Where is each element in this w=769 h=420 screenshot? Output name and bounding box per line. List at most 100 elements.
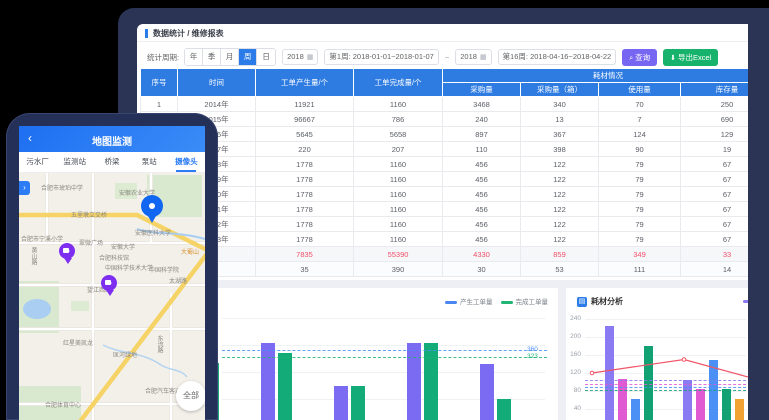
bar-created[interactable] xyxy=(334,386,348,420)
filter-label: 统计周期: xyxy=(147,52,179,63)
map-poi-label: 匡河绿地 xyxy=(113,350,137,359)
query-button[interactable]: ⌕查询 xyxy=(622,49,657,66)
table-cell: 110 xyxy=(443,142,521,157)
table-cell: 79 xyxy=(599,232,681,247)
table-cell: 122 xyxy=(521,157,599,172)
table-cell: 2014年 xyxy=(178,97,256,112)
table-cell: 207 xyxy=(354,142,443,157)
table-cell: 11921 xyxy=(256,97,354,112)
chevron-right-icon: › xyxy=(23,183,26,192)
range-separator: ~ xyxy=(445,53,449,62)
table-cell: 367 xyxy=(521,127,599,142)
export-excel-button[interactable]: ⬇导出Excel xyxy=(663,49,718,66)
period-quarter[interactable]: 季 xyxy=(203,49,221,65)
dashboard-panel: 数据统计 / 维修报表 统计周期: 年 季 月 周 日 2018▦ 第1周: 2… xyxy=(137,24,748,420)
phone-frame: ‹ 地图监测 污水厂 监测站 桥梁 泵站 摄像头 xyxy=(6,113,218,420)
table-cell: 14 xyxy=(681,262,749,277)
legend-item-created[interactable]: 产生工单量 xyxy=(445,296,493,306)
table-cell: 1160 xyxy=(354,172,443,187)
table-cell: 7 xyxy=(599,112,681,127)
app-title: 地图监测 xyxy=(19,133,205,148)
tab-sewage-plant[interactable]: 污水厂 xyxy=(19,152,56,172)
table-cell: 390 xyxy=(354,262,443,277)
map-poi-label: 合肥市宁溪小学 xyxy=(21,234,63,243)
charts-band: 产生工单量 完成工单量 360323 ▤ 耗材分析 24020016012080… xyxy=(137,280,748,420)
map-poi-label: 太湖路 xyxy=(169,276,187,285)
app-tab-bar: 污水厂 监测站 桥梁 泵站 摄像头 xyxy=(19,152,205,173)
trend-line xyxy=(566,288,748,420)
table-cell: 70 xyxy=(599,97,681,112)
start-year-select[interactable]: 2018▦ xyxy=(282,49,318,65)
bar-completed[interactable] xyxy=(278,353,292,420)
reference-line xyxy=(222,357,547,358)
bar-created[interactable] xyxy=(480,364,494,420)
start-week-select[interactable]: 第1周: 2018-01-01~2018-01-07 xyxy=(324,49,438,65)
period-year[interactable]: 年 xyxy=(185,49,203,65)
table-cell: 67 xyxy=(681,172,749,187)
map-view[interactable]: 合肥市琥珀中学安徽农业大学五里墩立交桥安徽医科大学合肥市宁溪小学翠微广场安徽大学… xyxy=(19,173,205,420)
period-week[interactable]: 周 xyxy=(239,49,257,65)
map-poi-label: 东流路 xyxy=(155,335,164,353)
table-cell: 67 xyxy=(681,202,749,217)
tab-bridge[interactable]: 桥梁 xyxy=(93,152,130,172)
camera-icon xyxy=(105,280,111,285)
camera-marker[interactable] xyxy=(59,243,75,259)
report-table: 序号 时间 工单产生量/个 工单完成量/个 耗材情况 采购量 采购量（箱） 使用… xyxy=(140,68,748,277)
table-cell: 220 xyxy=(256,142,354,157)
table-cell: 1778 xyxy=(256,232,354,247)
tab-pump-station[interactable]: 泵站 xyxy=(131,152,168,172)
table-cell: 90 xyxy=(599,142,681,157)
table-cell: 1160 xyxy=(354,187,443,202)
table-cell: 1778 xyxy=(256,157,354,172)
tab-camera[interactable]: 摄像头 xyxy=(168,152,205,172)
table-cell: 79 xyxy=(599,187,681,202)
table-cell: 4330 xyxy=(443,247,521,262)
consumable-chart-card: ▤ 耗材分析 2402001601208040 xyxy=(566,288,748,420)
legend-item-completed[interactable]: 完成工单量 xyxy=(501,296,549,306)
pin-dot xyxy=(149,203,155,209)
table-cell: 111 xyxy=(599,262,681,277)
chart-legend: 产生工单量 完成工单量 xyxy=(445,296,548,306)
table-cell: 5658 xyxy=(354,127,443,142)
table-cell: 1778 xyxy=(256,172,354,187)
table-cell: 240 xyxy=(443,112,521,127)
table-cell: 456 xyxy=(443,202,521,217)
map-all-button[interactable]: 全部 xyxy=(176,381,205,411)
col-created: 工单产生量/个 xyxy=(256,69,354,97)
table-cell: 456 xyxy=(443,232,521,247)
period-month[interactable]: 月 xyxy=(221,49,239,65)
table-cell: 456 xyxy=(443,217,521,232)
table-cell: 1160 xyxy=(354,202,443,217)
table-cell: 67 xyxy=(681,217,749,232)
camera-marker[interactable] xyxy=(101,275,117,291)
bar-completed[interactable] xyxy=(497,399,511,420)
table-cell: 786 xyxy=(354,112,443,127)
start-week-value: 第1周: 2018-01-01~2018-01-07 xyxy=(329,52,433,61)
map-poi-label: 安徽大学 xyxy=(111,242,135,251)
bar-created[interactable] xyxy=(407,343,421,420)
tab-monitor-station[interactable]: 监测站 xyxy=(56,152,93,172)
table-cell: 79 xyxy=(599,172,681,187)
end-year-select[interactable]: 2018▦ xyxy=(455,49,491,65)
table-cell: 456 xyxy=(443,157,521,172)
table-cell: 67 xyxy=(681,187,749,202)
table-cell: 122 xyxy=(521,202,599,217)
bar-completed[interactable] xyxy=(351,386,365,420)
map-poi-label: 安徽医科大学 xyxy=(135,228,171,237)
reference-label: 323 xyxy=(527,353,538,360)
map-poi-label: 翠微广场 xyxy=(79,238,103,247)
table-cell: 250 xyxy=(681,97,749,112)
breadcrumb-bar: 数据统计 / 维修报表 xyxy=(137,24,748,42)
period-day[interactable]: 日 xyxy=(257,49,275,65)
map-expand-button[interactable]: › xyxy=(19,181,30,195)
table-cell: 340 xyxy=(521,97,599,112)
table-cell: 5645 xyxy=(256,127,354,142)
bar-completed[interactable] xyxy=(424,343,438,420)
bar-created[interactable] xyxy=(261,343,275,420)
table-cell: 1160 xyxy=(354,232,443,247)
col-group-consumables: 耗材情况 xyxy=(443,69,749,83)
end-week-select[interactable]: 第16周: 2018-04-16~2018-04-22 xyxy=(498,49,617,65)
table-cell: 30 xyxy=(443,262,521,277)
period-segmented-control: 年 季 月 周 日 xyxy=(184,48,276,66)
table-cell: 67 xyxy=(681,157,749,172)
